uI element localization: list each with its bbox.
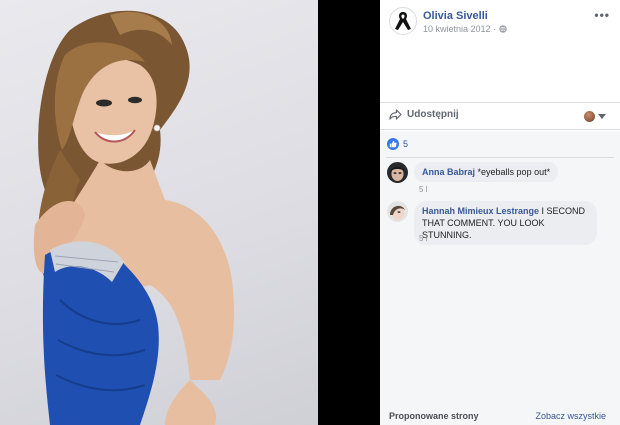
divider bbox=[386, 157, 614, 158]
commenter-name-link[interactable]: Anna Babraj bbox=[422, 167, 475, 177]
post-details-panel: Olivia Sivelli 10 kwietnia 2012 · ••• Ud… bbox=[380, 0, 620, 425]
post-header: Olivia Sivelli 10 kwietnia 2012 · ••• bbox=[380, 0, 620, 50]
reactions-comments-area: 5 Anna Babraj *eyeballs pop out* 5 l Han… bbox=[380, 131, 620, 425]
share-button[interactable]: Udostępnij bbox=[389, 109, 459, 120]
comment-bubble: Hannah Mimieux Lestrange I SECOND THAT C… bbox=[414, 201, 597, 245]
more-options-button[interactable]: ••• bbox=[594, 8, 610, 22]
post-date[interactable]: 10 kwietnia 2012 · bbox=[423, 24, 507, 34]
comment-text: *eyeballs pop out* bbox=[477, 167, 551, 177]
commenter-avatar[interactable] bbox=[387, 162, 408, 183]
profile-thumbnail bbox=[584, 111, 595, 122]
comment-item: Hannah Mimieux Lestrange I SECOND THAT C… bbox=[387, 201, 617, 245]
comment-item: Anna Babraj *eyeballs pop out* 5 l bbox=[387, 162, 617, 196]
lightbox-background bbox=[318, 0, 380, 425]
black-ribbon-icon bbox=[395, 12, 411, 30]
likes-count: 5 bbox=[403, 139, 409, 149]
see-all-link[interactable]: Zobacz wszystkie bbox=[535, 411, 606, 421]
suggested-pages-title: Proponowane strony bbox=[389, 411, 479, 421]
share-label: Udostępnij bbox=[407, 109, 459, 120]
reaction-identity-selector[interactable] bbox=[584, 111, 606, 122]
share-arrow-icon bbox=[389, 109, 402, 120]
photo-woman-blue-dress bbox=[33, 10, 235, 425]
globe-icon bbox=[498, 25, 507, 33]
comment-meta[interactable]: 5 l bbox=[419, 185, 427, 194]
post-photo[interactable] bbox=[0, 0, 318, 425]
author-name-link[interactable]: Olivia Sivelli bbox=[423, 10, 488, 22]
author-avatar[interactable] bbox=[389, 7, 417, 35]
commenter-name-link[interactable]: Hannah Mimieux Lestrange bbox=[422, 206, 539, 216]
likes-summary[interactable]: 5 bbox=[387, 138, 408, 150]
thumbs-up-icon bbox=[387, 138, 399, 150]
action-bar: Udostępnij bbox=[380, 102, 620, 130]
comment-bubble: Anna Babraj *eyeballs pop out* bbox=[414, 162, 559, 182]
comment-meta[interactable]: 5 l bbox=[419, 234, 427, 243]
suggested-pages-header: Proponowane strony Zobacz wszystkie bbox=[380, 407, 620, 425]
commenter-avatar[interactable] bbox=[387, 201, 408, 222]
chevron-down-icon bbox=[598, 114, 606, 119]
post-date-text: 10 kwietnia 2012 · bbox=[423, 24, 497, 34]
